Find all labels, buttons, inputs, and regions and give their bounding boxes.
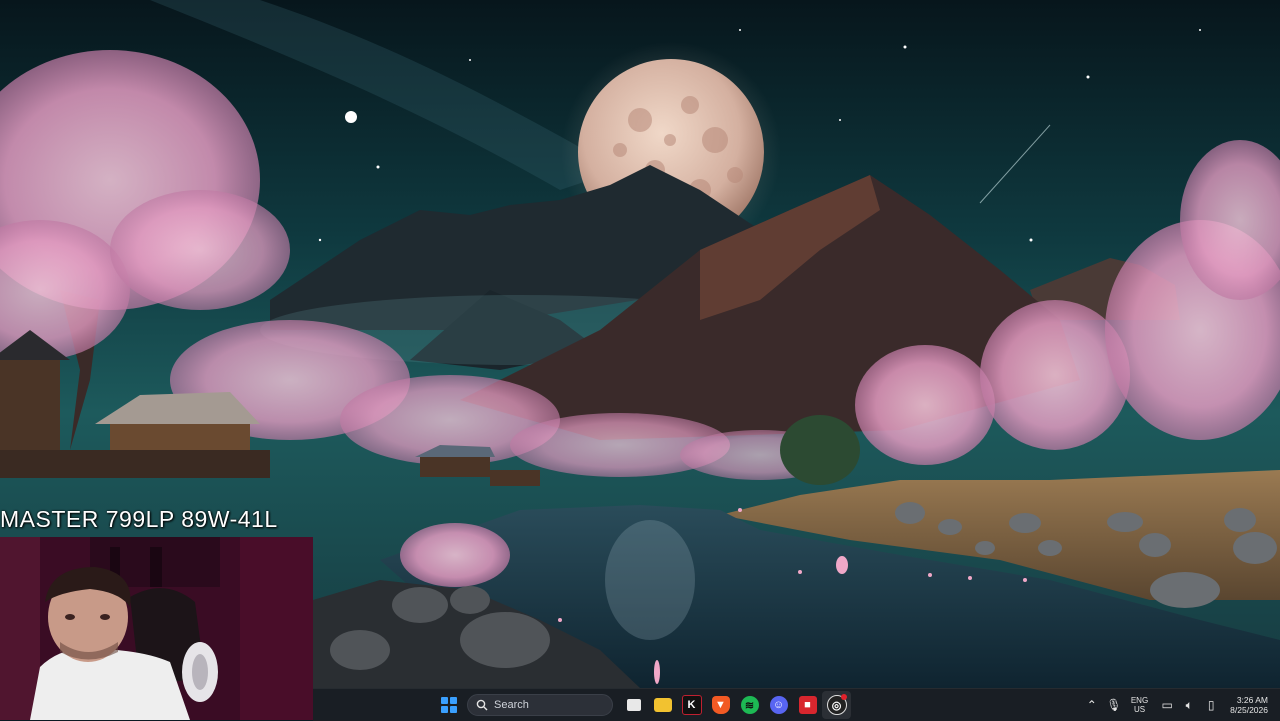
obs-studio-button[interactable]: ◎: [822, 691, 851, 719]
taskbar-search[interactable]: Search: [467, 694, 613, 716]
webcam-image: [0, 537, 313, 720]
spotify-button[interactable]: ≋: [735, 691, 764, 719]
brave-browser-icon: ▼: [711, 696, 730, 714]
language-code: ENG: [1130, 696, 1149, 705]
notification-badge: [841, 694, 847, 700]
battery-icon[interactable]: ▯: [1202, 696, 1220, 714]
language-indicator[interactable]: ENG US: [1131, 696, 1148, 714]
task-view-icon: [626, 699, 641, 711]
red-app-button[interactable]: ■: [793, 691, 822, 719]
language-region: US: [1133, 705, 1146, 714]
discord-button[interactable]: ☺: [764, 691, 793, 719]
windows-start-icon: [440, 697, 457, 713]
file-explorer-icon: [653, 698, 672, 712]
taskbar: Search K ▼ ≋ ☺ ■ ◎ ⌃ 🎙︎ ENG US ▭ 🔈︎ ▯ 3:…: [313, 688, 1280, 721]
brave-browser-button[interactable]: ▼: [706, 691, 735, 719]
search-placeholder: Search: [494, 699, 529, 711]
kick-app-button[interactable]: K: [677, 691, 706, 719]
start-button[interactable]: [434, 691, 463, 719]
webcam-feed: [0, 537, 313, 720]
search-icon: [476, 699, 488, 711]
task-view-button[interactable]: [619, 691, 648, 719]
taskbar-apps: Search K ▼ ≋ ☺ ■ ◎: [434, 689, 851, 721]
speaker-icon[interactable]: 🔈︎: [1180, 696, 1198, 714]
spotify-icon: ≋: [740, 696, 759, 714]
kick-app-icon: K: [681, 695, 702, 715]
stream-overlay-label: MASTER 799LP 89W-41L: [0, 506, 278, 532]
system-tray: ⌃ 🎙︎ ENG US ▭ 🔈︎ ▯ 3:26 AM 8/25/2026: [1081, 689, 1280, 721]
red-app-icon: ■: [798, 696, 817, 714]
chevron-up-icon[interactable]: ⌃: [1083, 696, 1101, 714]
file-explorer-button[interactable]: [648, 691, 677, 719]
clock[interactable]: 3:26 AM 8/25/2026: [1230, 695, 1268, 715]
monitor-icon[interactable]: ▭: [1158, 696, 1176, 714]
clock-date: 8/25/2026: [1230, 705, 1268, 715]
clock-time: 3:26 AM: [1236, 695, 1268, 705]
discord-icon: ☺: [769, 696, 788, 714]
microphone-icon[interactable]: 🎙︎: [1105, 696, 1123, 714]
